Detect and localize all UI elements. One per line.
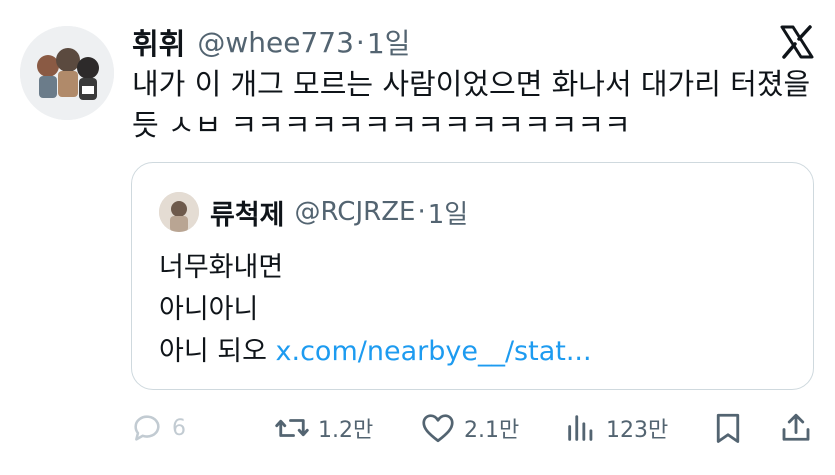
tweet-text: 내가 이 개그 모르는 사람이었으면 화나서 대가리 터졌을 듯 ㅅㅂ ㅋㅋㅋㅋ… [132, 64, 822, 146]
retweet-icon [275, 419, 309, 437]
tweet-time[interactable]: 1일 [367, 22, 411, 62]
author-name[interactable]: 휘휘 [132, 21, 185, 63]
share-icon [782, 413, 810, 441]
quoted-avatar[interactable] [159, 192, 199, 232]
x-logo-icon[interactable] [779, 24, 815, 60]
views-count: 123만 [606, 418, 669, 443]
action-bar: 6 1.2만 2.1만 123만 [130, 405, 820, 451]
reply-count: 6 [172, 415, 186, 441]
like-button[interactable]: 2.1만 [420, 405, 519, 451]
avatar[interactable] [20, 26, 114, 120]
bookmark-button[interactable] [710, 405, 746, 451]
quoted-link[interactable]: x.com/nearbye__/stat... [276, 336, 592, 367]
quoted-header: 류척제 @RCJRZE · 1일 [210, 191, 468, 233]
quoted-avatar-image [159, 192, 199, 232]
retweet-count: 1.2만 [318, 418, 374, 443]
reply-button[interactable]: 6 [130, 405, 186, 451]
quoted-author-handle[interactable]: @RCJRZE [295, 197, 416, 227]
avatar-image [20, 26, 114, 120]
quoted-text-line: 너무화내면 [159, 252, 284, 283]
tweet-text-line: 듯 ㅅㅂ ㅋㅋㅋㅋㅋㅋㅋㅋㅋㅋㅋㅋㅋㅋㅋ [132, 108, 631, 142]
share-button[interactable] [778, 405, 814, 451]
quoted-tweet-card[interactable]: 류척제 @RCJRZE · 1일 너무화내면 아니아니 아니 되오 x.com/… [131, 162, 814, 390]
like-count: 2.1만 [464, 418, 520, 443]
author-handle[interactable]: @whee773 [197, 26, 354, 59]
views-bar-icon [568, 415, 593, 441]
tweet-header: 휘휘 @whee773 · 1일 [132, 22, 410, 62]
meta-separator: · [355, 25, 365, 59]
quoted-text-line-3: 아니 되오 x.com/nearbye__/stat... [159, 329, 592, 368]
tweet-text-line: 내가 이 개그 모르는 사람이었으면 화나서 대가리 터졌을 [132, 67, 811, 101]
retweet-button[interactable]: 1.2만 [274, 405, 373, 451]
quoted-text-prefix: 아니 되오 [159, 336, 276, 367]
heart-icon [422, 414, 454, 443]
quoted-tweet-time[interactable]: 1일 [428, 194, 468, 231]
quoted-meta-separator: · [417, 197, 426, 227]
bookmark-icon [716, 413, 740, 443]
quoted-author-name[interactable]: 류척제 [210, 193, 285, 232]
views-button[interactable]: 123만 [564, 405, 668, 451]
quoted-text-line: 아니아니 [159, 294, 259, 325]
reply-icon [134, 415, 160, 441]
